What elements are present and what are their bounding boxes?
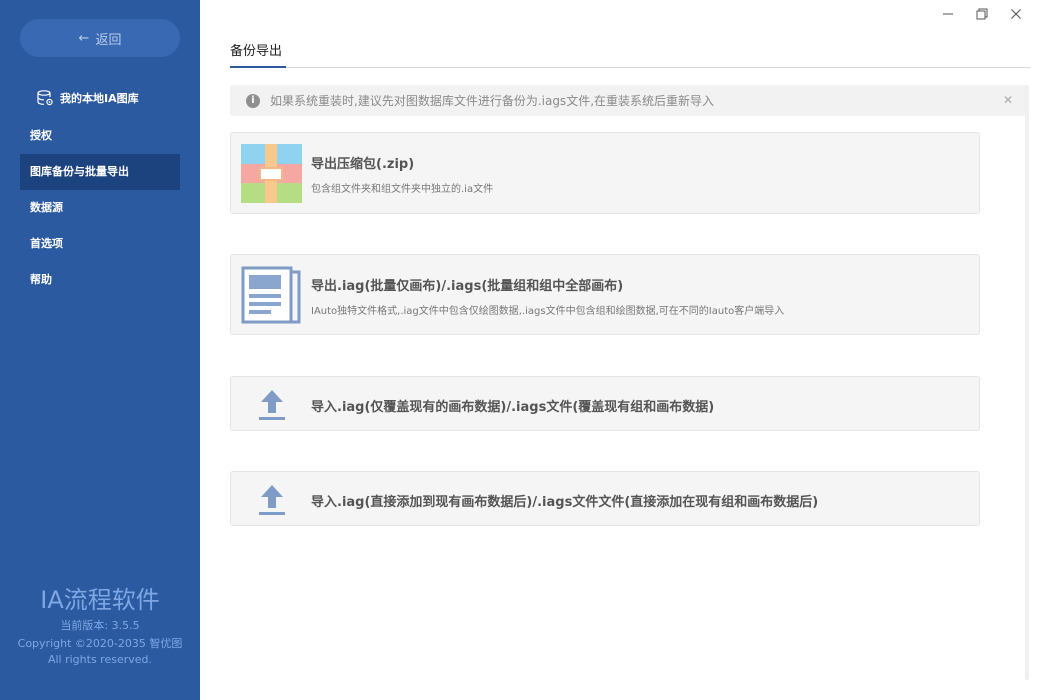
tab-backup-export[interactable]: 备份导出 <box>230 40 282 59</box>
restore-icon <box>976 8 988 20</box>
version-text: 当前版本: 3.5.5 <box>60 619 140 632</box>
info-banner: i 如果系统重装时,建议先对图数据库文件进行备份为.iags文件,在重装系统后重… <box>230 85 1029 116</box>
info-icon: i <box>246 93 260 108</box>
upload-icon <box>259 485 285 515</box>
scrollbar[interactable] <box>1025 85 1029 680</box>
local-library-label: 我的本地IA图库 <box>60 92 139 105</box>
arrow-left-icon: ← <box>78 30 90 46</box>
tab-bar-divider <box>230 67 1030 68</box>
rights-text: All rights reserved. <box>47 653 153 666</box>
minimize-button[interactable] <box>938 5 958 23</box>
back-button-label: 返回 <box>95 32 122 48</box>
info-banner-text: 如果系统重装时,建议先对图数据库文件进行备份为.iags文件,在重装系统后重新导… <box>270 94 715 108</box>
card-title: 导入.iag(仅覆盖现有的画布数据)/.iags文件(覆盖现有组和画布数据) <box>311 400 715 415</box>
zip-archive-icon <box>241 144 302 203</box>
back-button[interactable]: ← 返回 <box>20 19 180 57</box>
card-title: 导入.iag(直接添加到现有画布数据后)/.iags文件文件(直接添加在现有组和… <box>311 495 819 510</box>
local-library-item[interactable]: 我的本地IA图库 <box>36 88 139 108</box>
sidebar-item-help[interactable]: 帮助 <box>20 262 180 298</box>
restore-button[interactable] <box>972 5 992 23</box>
export-zip-card[interactable]: 导出压缩包(.zip) 包含组文件夹和组文件夹中独立的.ia文件 <box>230 132 980 214</box>
card-title: 导出压缩包(.zip) <box>311 157 415 172</box>
brand-title: IA流程软件 <box>40 586 160 614</box>
close-button[interactable] <box>1006 5 1026 23</box>
sidebar: ← 返回 我的本地IA图库 授权 图库备份与批量导出 数据源 首选项 帮助 IA… <box>0 0 200 700</box>
banner-close-icon[interactable]: ✕ <box>1003 93 1013 107</box>
close-icon <box>1011 9 1021 19</box>
copyright-text: Copyright ©2020-2035 智优图 <box>17 637 183 650</box>
sidebar-item-preferences[interactable]: 首选项 <box>20 226 180 262</box>
export-iag-card[interactable]: 导出.iag(批量仅画布)/.iags(批量组和组中全部画布) IAuto独特文… <box>230 254 980 335</box>
card-description: 包含组文件夹和组文件夹中独立的.ia文件 <box>311 184 494 195</box>
sidebar-item-backup-export[interactable]: 图库备份与批量导出 <box>20 154 180 190</box>
import-overwrite-card[interactable]: 导入.iag(仅覆盖现有的画布数据)/.iags文件(覆盖现有组和画布数据) <box>230 376 980 431</box>
tab-active-indicator <box>230 66 286 68</box>
card-title: 导出.iag(批量仅画布)/.iags(批量组和组中全部画布) <box>311 279 624 294</box>
database-settings-icon <box>37 90 53 106</box>
import-append-card[interactable]: 导入.iag(直接添加到现有画布数据后)/.iags文件文件(直接添加在现有组和… <box>230 471 980 526</box>
card-description: IAuto独特文件格式,.iag文件中包含仅绘图数据,.iags文件中包含组和绘… <box>311 306 785 317</box>
sidebar-item-datasource[interactable]: 数据源 <box>20 190 180 226</box>
document-icon <box>241 266 301 324</box>
upload-icon <box>259 390 285 420</box>
sidebar-item-license[interactable]: 授权 <box>20 118 180 154</box>
minimize-icon <box>943 13 953 15</box>
